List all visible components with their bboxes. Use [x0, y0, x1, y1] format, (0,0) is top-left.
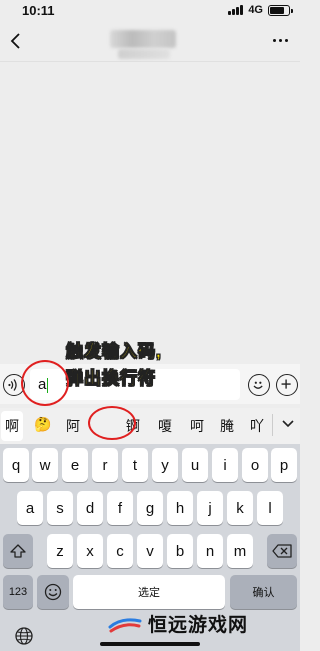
backspace-icon: [272, 544, 292, 558]
battery-icon: [268, 4, 293, 16]
key-o[interactable]: o: [242, 448, 268, 482]
key-c[interactable]: c: [107, 534, 133, 568]
candidate-divider: [272, 414, 273, 436]
battery-level: [270, 6, 285, 14]
chat-header: [0, 22, 300, 62]
voice-input-icon[interactable]: [3, 374, 25, 396]
key-n[interactable]: n: [197, 534, 223, 568]
caption-line-2: 弹出换行符: [66, 369, 156, 389]
globe-icon[interactable]: [14, 626, 34, 646]
candidate-item[interactable]: 锕: [126, 416, 140, 436]
key-f[interactable]: f: [107, 491, 133, 525]
ime-candidate-bar: 啊 🤔 阿 锕 嗄 呵 腌 吖: [0, 408, 300, 444]
candidate-item[interactable]: 啊: [1, 411, 23, 441]
status-time: 10:11: [22, 3, 55, 18]
chevron-down-icon[interactable]: [281, 419, 295, 429]
emoji-key[interactable]: [37, 575, 69, 609]
watermark-text: 恒远游戏网: [148, 614, 249, 636]
candidate-item[interactable]: 🤔: [34, 416, 51, 433]
key-l[interactable]: l: [257, 491, 283, 525]
space-key[interactable]: 选定: [73, 575, 225, 609]
signal-icon: [228, 5, 244, 15]
watermark-logo-icon: [108, 617, 142, 632]
emoji-icon[interactable]: [248, 374, 270, 396]
key-z[interactable]: z: [47, 534, 73, 568]
key-m[interactable]: m: [227, 534, 253, 568]
key-e[interactable]: e: [62, 448, 88, 482]
candidate-item[interactable]: 腌: [220, 416, 234, 436]
key-k[interactable]: k: [227, 491, 253, 525]
chevron-left-icon[interactable]: [6, 29, 26, 53]
candidate-item[interactable]: 吖: [250, 416, 264, 436]
key-b[interactable]: b: [167, 534, 193, 568]
key-x[interactable]: x: [77, 534, 103, 568]
key-p[interactable]: p: [271, 448, 297, 482]
contact-name-blurred: [110, 30, 176, 48]
key-a[interactable]: a: [17, 491, 43, 525]
key-q[interactable]: q: [3, 448, 29, 482]
status-bar: 10:11 4G: [0, 0, 300, 22]
key-r[interactable]: r: [92, 448, 118, 482]
emoji-face-icon: [44, 583, 62, 601]
key-y[interactable]: y: [152, 448, 178, 482]
input-text: a: [38, 376, 47, 393]
key-d[interactable]: d: [77, 491, 103, 525]
key-j[interactable]: j: [197, 491, 223, 525]
key-v[interactable]: v: [137, 534, 163, 568]
shift-key[interactable]: [3, 534, 33, 568]
plus-icon[interactable]: [276, 374, 298, 396]
key-t[interactable]: t: [122, 448, 148, 482]
candidate-item[interactable]: 嗄: [158, 416, 172, 436]
key-u[interactable]: u: [182, 448, 208, 482]
candidate-item[interactable]: 阿: [66, 416, 80, 436]
numbers-key[interactable]: 123: [3, 575, 33, 609]
shift-arrow-icon: [10, 544, 26, 558]
watermark: 恒远游戏网: [108, 610, 248, 637]
key-g[interactable]: g: [137, 491, 163, 525]
more-dots-icon[interactable]: [273, 39, 288, 42]
delete-key[interactable]: [267, 534, 297, 568]
confirm-key[interactable]: 确认: [230, 575, 297, 609]
caption-line-1: 触发输入码,: [66, 342, 162, 362]
key-s[interactable]: s: [47, 491, 73, 525]
candidate-item[interactable]: 呵: [190, 416, 204, 436]
home-indicator[interactable]: [100, 642, 200, 646]
key-i[interactable]: i: [212, 448, 238, 482]
tutorial-caption: 触发输入码, 弹出换行符: [66, 338, 162, 392]
contact-subtitle-blurred: [118, 49, 170, 59]
key-w[interactable]: w: [32, 448, 58, 482]
key-h[interactable]: h: [167, 491, 193, 525]
chat-message-area[interactable]: [0, 62, 300, 364]
text-cursor: [47, 377, 49, 393]
network-label: 4G: [248, 4, 263, 16]
status-indicators: 4G: [228, 4, 293, 16]
